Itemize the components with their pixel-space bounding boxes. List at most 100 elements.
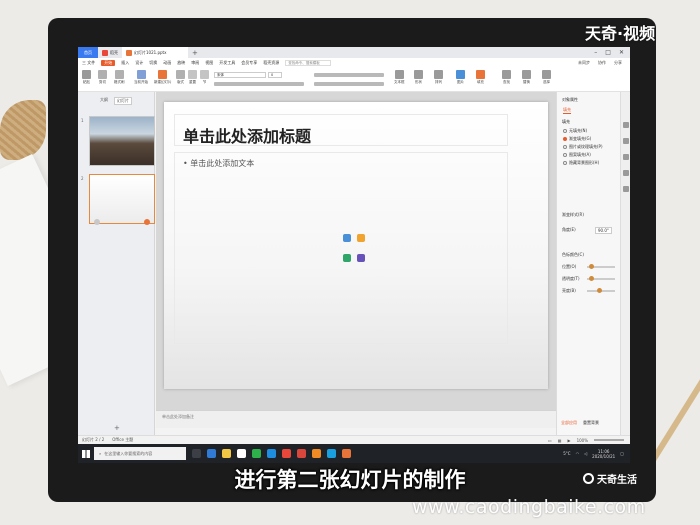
- transition-tool-icon[interactable]: [623, 170, 629, 176]
- font-format-tools[interactable]: [214, 82, 304, 86]
- collaborate-button[interactable]: 协作: [598, 60, 606, 66]
- textbox-button[interactable]: 文本框: [394, 70, 405, 85]
- layout-button[interactable]: 版式: [176, 70, 185, 85]
- menu-item-6[interactable]: 审阅: [191, 60, 199, 66]
- tab-home[interactable]: 首页: [78, 47, 98, 58]
- arrange-button[interactable]: 排列: [434, 70, 443, 85]
- menu-item-0[interactable]: 开始: [101, 60, 116, 66]
- thumb-add-icon[interactable]: [144, 219, 150, 225]
- reset-button[interactable]: 重置: [188, 70, 197, 85]
- zoom-level[interactable]: 100%: [577, 438, 588, 443]
- weather-text[interactable]: 5°C: [563, 451, 570, 456]
- tab-slides[interactable]: 幻灯片: [114, 97, 132, 105]
- task-view-icon[interactable]: [192, 449, 201, 458]
- find-button[interactable]: 查找: [502, 70, 511, 85]
- edge-icon[interactable]: [207, 449, 216, 458]
- section-button[interactable]: 节: [200, 70, 209, 85]
- menu-item-9[interactable]: 会员专享: [241, 60, 257, 66]
- fill-option-gradient[interactable]: 渐变填充(G): [563, 136, 591, 142]
- fill-section-title[interactable]: 填充: [562, 119, 570, 125]
- tab-document[interactable]: 幻灯片1021.pptx: [122, 47, 188, 58]
- content-placeholder-box[interactable]: • 单击此处添加文本: [174, 152, 508, 344]
- brightness-slider[interactable]: [587, 288, 615, 293]
- volume-icon[interactable]: ◁: [584, 451, 587, 456]
- paste-button[interactable]: 粘贴: [82, 70, 91, 85]
- app-icon[interactable]: [327, 449, 336, 458]
- hide-background-option[interactable]: 隐藏背景图形(H): [563, 160, 599, 166]
- animation-tool-icon[interactable]: [623, 154, 629, 160]
- title-placeholder-box[interactable]: 单击此处添加标题: [174, 114, 508, 146]
- share-button[interactable]: 分享: [614, 60, 622, 66]
- replace-button[interactable]: 替换: [522, 70, 531, 85]
- normal-view-icon[interactable]: ▭: [548, 438, 552, 443]
- select-tool-icon[interactable]: [623, 122, 629, 128]
- qq-icon[interactable]: [267, 449, 276, 458]
- tab-fill[interactable]: 填充: [563, 107, 571, 114]
- menu-item-10[interactable]: 稻壳资源: [263, 60, 279, 66]
- folder-icon[interactable]: [222, 449, 231, 458]
- tab-outline[interactable]: 大纲: [100, 97, 108, 105]
- new-tab-button[interactable]: +: [188, 49, 202, 57]
- menu-item-1[interactable]: 插入: [121, 60, 129, 66]
- notes-placeholder[interactable]: 单击此处添加备注: [162, 414, 194, 419]
- notes-pane[interactable]: 单击此处添加备注: [156, 410, 556, 428]
- menu-item-3[interactable]: 切换: [149, 60, 157, 66]
- close-icon[interactable]: ✕: [619, 49, 624, 56]
- chrome-icon[interactable]: [237, 449, 246, 458]
- maximize-icon[interactable]: □: [605, 49, 611, 56]
- wps-taskbar-icon[interactable]: [282, 449, 291, 458]
- ppt-app-icon[interactable]: [342, 449, 351, 458]
- zoom-slider[interactable]: [594, 439, 624, 441]
- app-icon[interactable]: [297, 449, 306, 458]
- fill-option-none[interactable]: 无填充(N): [563, 128, 587, 134]
- menu-item-5[interactable]: 放映: [177, 60, 185, 66]
- taskbar-search[interactable]: ⌕ 在这里输入你要搜索的内容: [94, 447, 186, 460]
- slide-thumbnail-2[interactable]: [89, 174, 155, 225]
- app-icon[interactable]: [312, 449, 321, 458]
- fill-option-picture[interactable]: 图片或纹理填充(P): [563, 144, 603, 150]
- picture-button[interactable]: 图片: [456, 70, 465, 85]
- menu-item-7[interactable]: 视图: [205, 60, 213, 66]
- minimize-icon[interactable]: –: [594, 49, 597, 56]
- clock[interactable]: 11:06 2020/10/21: [592, 449, 615, 459]
- sync-status[interactable]: 未同步: [578, 60, 590, 66]
- reset-background-button[interactable]: 重置背景: [583, 420, 599, 426]
- angle-input[interactable]: 90.0°: [595, 227, 612, 234]
- position-slider[interactable]: [587, 264, 615, 269]
- apply-all-button[interactable]: 全部应用: [561, 420, 577, 426]
- menu-item-8[interactable]: 开发工具: [219, 60, 235, 66]
- shape-button[interactable]: 形状: [414, 70, 423, 85]
- insert-media-icon[interactable]: [357, 254, 365, 262]
- plus-icon[interactable]: +: [114, 424, 120, 432]
- menu-item-4[interactable]: 动画: [163, 60, 171, 66]
- menu-item-2[interactable]: 设计: [135, 60, 143, 66]
- new-slide-button[interactable]: 新建幻灯片: [154, 70, 172, 85]
- font-size-select[interactable]: 0: [268, 72, 282, 78]
- slide-body-placeholder[interactable]: • 单击此处添加文本: [183, 158, 254, 169]
- fill-button[interactable]: 填充: [476, 70, 485, 85]
- slide-thumbnail-1[interactable]: [89, 116, 155, 166]
- slider-handle[interactable]: [589, 276, 594, 281]
- wechat-icon[interactable]: [252, 449, 261, 458]
- command-search-input[interactable]: 查找命令、搜索模板: [285, 60, 332, 66]
- slider-handle[interactable]: [589, 264, 594, 269]
- play-from-current-button[interactable]: 当前开始: [134, 70, 148, 85]
- insert-table-icon[interactable]: [343, 254, 351, 262]
- sorter-view-icon[interactable]: ▦: [558, 438, 562, 443]
- slider-handle[interactable]: [597, 288, 602, 293]
- network-icon[interactable]: ◠: [576, 451, 580, 456]
- paragraph-tools[interactable]: [314, 73, 384, 77]
- font-name-select[interactable]: 宋体: [214, 72, 266, 78]
- tab-wps[interactable]: 稻壳: [98, 47, 122, 58]
- format-painter-button[interactable]: 格式刷: [114, 70, 125, 85]
- file-menu[interactable]: 三 文件: [82, 60, 95, 66]
- insert-chart-icon[interactable]: [357, 234, 365, 242]
- transparency-slider[interactable]: [587, 276, 615, 281]
- slide-title-placeholder[interactable]: 单击此处添加标题: [183, 123, 311, 147]
- select-button[interactable]: 选择: [542, 70, 551, 85]
- share-tool-icon[interactable]: [623, 186, 629, 192]
- start-button[interactable]: [78, 444, 94, 463]
- fill-option-pattern[interactable]: 图案填充(A): [563, 152, 591, 158]
- notification-icon[interactable]: ▢: [620, 451, 624, 456]
- cut-button[interactable]: 剪切: [98, 70, 107, 85]
